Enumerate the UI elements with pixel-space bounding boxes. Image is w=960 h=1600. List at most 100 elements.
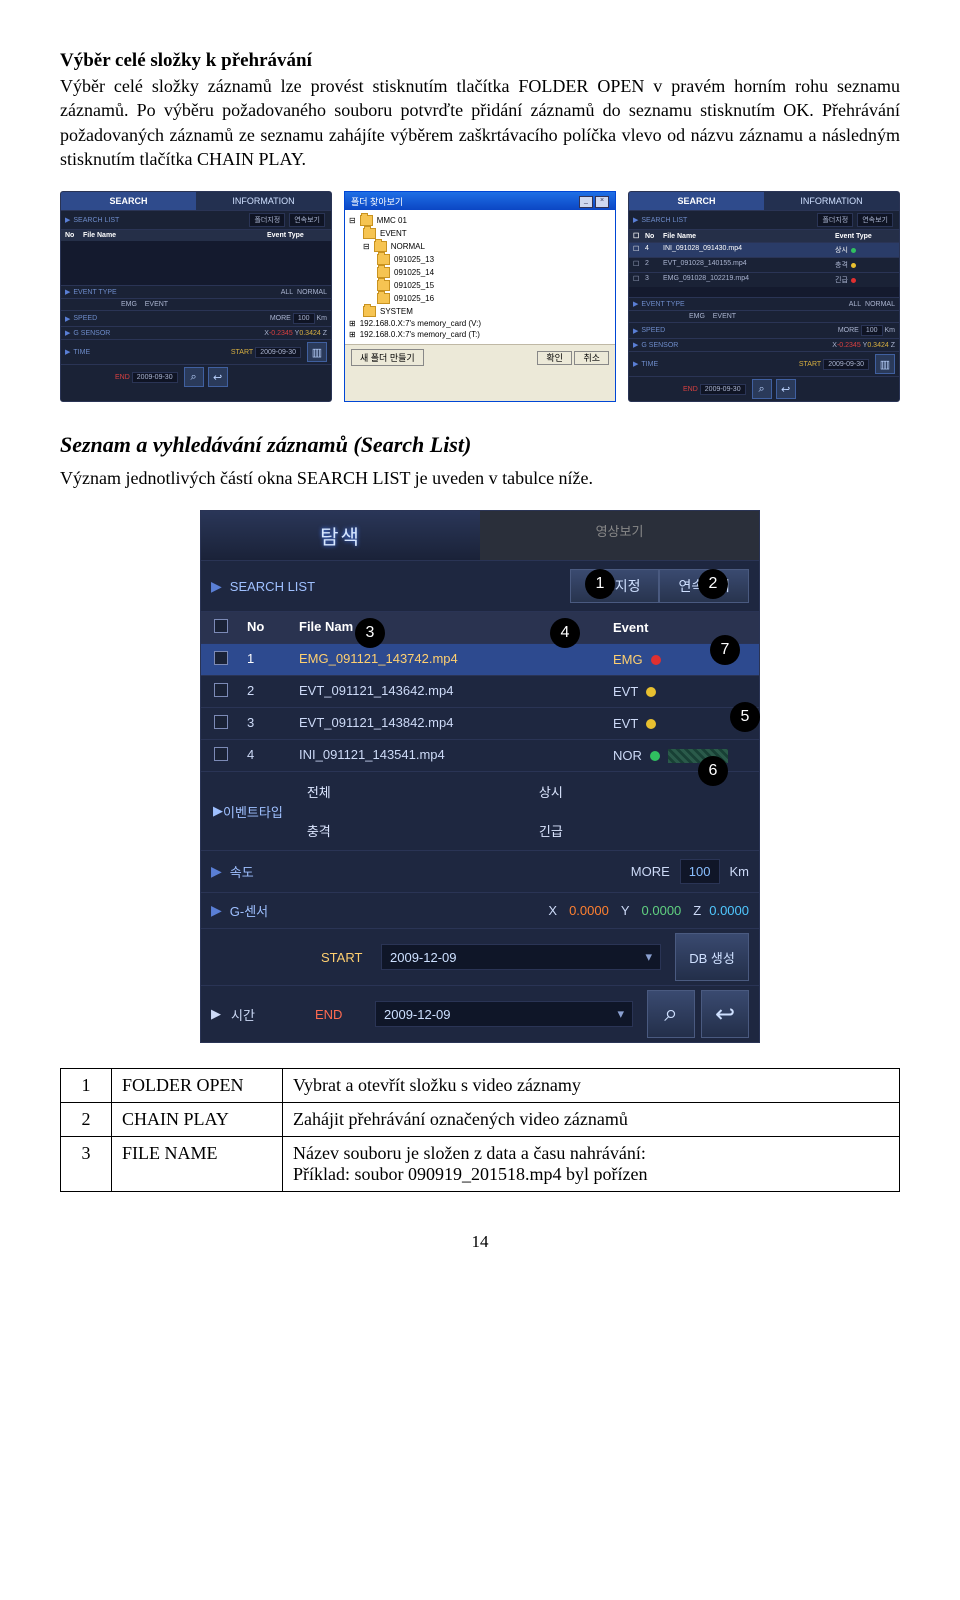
- row-key: FOLDER OPEN: [112, 1069, 283, 1103]
- speed-unit: Km: [730, 864, 750, 879]
- speed-value[interactable]: 100: [861, 325, 883, 336]
- gs-y-val: 0.0000: [642, 903, 682, 918]
- start-date-input[interactable]: 2009-12-09▾: [381, 944, 661, 970]
- folder-icon: [377, 293, 390, 304]
- time-start-val[interactable]: 2009-09-30: [823, 359, 869, 370]
- search-icon[interactable]: ⌕: [184, 367, 204, 387]
- row-filename: INI_091121_143541.mp4: [293, 740, 607, 771]
- speed-input[interactable]: 100: [680, 859, 720, 884]
- gsensor-label: G SENSOR: [641, 342, 678, 349]
- table-row[interactable]: 3 EVT_091121_143842.mp4 EVT: [201, 707, 759, 739]
- time-end-val[interactable]: 2009-09-30: [700, 384, 746, 395]
- opt-all[interactable]: 전체: [295, 772, 527, 811]
- opt-event[interactable]: EVENT: [713, 313, 736, 320]
- row-num: 2: [61, 1103, 112, 1137]
- table-row: 1 FOLDER OPEN Vybrat a otevřít složku s …: [61, 1069, 900, 1103]
- search-panel-right: SEARCH INFORMATION ▶ SEARCH LIST 폴더지정 연속…: [628, 191, 900, 402]
- close-icon[interactable]: ×: [595, 196, 609, 208]
- folder-open-mini-btn[interactable]: 폴더지정: [249, 213, 285, 227]
- folder-icon: [377, 280, 390, 291]
- time-start-val[interactable]: 2009-09-30: [255, 347, 301, 358]
- row-checkbox[interactable]: [214, 715, 228, 729]
- folder-list[interactable]: ⊟MMC 01 EVENT ⊟NORMAL 091025_13 091025_1…: [345, 210, 615, 344]
- return-icon-btn[interactable]: ↩: [776, 379, 796, 399]
- opt-emergency[interactable]: 긴급: [527, 811, 759, 850]
- description-table: 1 FOLDER OPEN Vybrat a otevřít složku s …: [60, 1068, 900, 1192]
- list-item[interactable]: ☐4INI_091028_091430.mp4상시: [629, 242, 899, 257]
- time-end-label: END: [115, 374, 130, 381]
- event-type-label: 이벤트타입: [223, 802, 283, 821]
- db-create-button[interactable]: DB 생성: [675, 933, 749, 981]
- table-row[interactable]: 1 EMG_091121_143742.mp4 EMG: [201, 643, 759, 675]
- folder-item[interactable]: 091025_14: [394, 268, 434, 277]
- speed-more: MORE: [270, 315, 291, 322]
- list-item[interactable]: ☐3EMG_091028_102219.mp4긴급: [629, 272, 899, 287]
- folder-icon: [363, 228, 376, 239]
- tab-information[interactable]: INFORMATION: [764, 192, 899, 210]
- window-buttons[interactable]: _×: [577, 194, 609, 208]
- top-tab-search[interactable]: 탐색: [201, 511, 480, 560]
- chain-play-mini-btn[interactable]: 연속보기: [857, 213, 893, 227]
- folder-item[interactable]: MMC 01: [377, 216, 407, 225]
- opt-all[interactable]: ALL: [849, 301, 861, 308]
- opt-normal[interactable]: NORMAL: [865, 301, 895, 308]
- time-end-val[interactable]: 2009-09-30: [132, 372, 178, 383]
- gs-y-val: 0.3424: [299, 330, 320, 337]
- tab-information[interactable]: INFORMATION: [196, 192, 331, 210]
- folder-open-mini-btn[interactable]: 폴더지정: [817, 213, 853, 227]
- folder-item[interactable]: SYSTEM: [380, 307, 413, 316]
- opt-emg[interactable]: EMG: [689, 313, 705, 320]
- ok-button[interactable]: 확인: [537, 351, 572, 365]
- row-checkbox[interactable]: [214, 651, 228, 665]
- opt-event[interactable]: EVENT: [145, 301, 168, 308]
- top-tab-info[interactable]: 영상보기: [480, 511, 759, 560]
- folder-item[interactable]: 091025_13: [394, 255, 434, 264]
- checkbox-all[interactable]: [214, 619, 228, 633]
- opt-normal[interactable]: NORMAL: [297, 289, 327, 296]
- row-checkbox[interactable]: [214, 747, 228, 761]
- dialog-title: 폴더 찾아보기: [351, 195, 403, 208]
- return-icon[interactable]: ↩: [208, 367, 228, 387]
- search-list-label: SEARCH LIST: [73, 217, 119, 224]
- search-button[interactable]: ⌕: [647, 990, 695, 1038]
- search-icon-btn[interactable]: ⌕: [752, 379, 772, 399]
- table-row: 3 FILE NAME Název souboru je složen z da…: [61, 1137, 900, 1192]
- gs-z-label: Z: [891, 342, 895, 349]
- row-desc: Vybrat a otevřít složku s video záznamy: [283, 1069, 900, 1103]
- return-button[interactable]: ↩: [701, 990, 749, 1038]
- network-path[interactable]: 192.168.0.X:7's memory_card (T:): [360, 330, 480, 339]
- minimize-icon[interactable]: _: [579, 196, 593, 208]
- opt-emg[interactable]: EMG: [121, 301, 137, 308]
- folder-item[interactable]: EVENT: [380, 229, 407, 238]
- end-date-input[interactable]: 2009-12-09▾: [375, 1001, 633, 1027]
- folder-item[interactable]: 091025_15: [394, 281, 434, 290]
- new-folder-button[interactable]: 새 폴더 만들기: [351, 349, 424, 366]
- db-icon[interactable]: ▥: [307, 342, 327, 362]
- network-path[interactable]: 192.168.0.X:7's memory_card (V:): [360, 319, 481, 328]
- speed-unit: Km: [317, 315, 328, 322]
- row-event: NOR: [613, 748, 642, 763]
- search-panel-left: SEARCH INFORMATION ▶ SEARCH LIST 폴더지정 연속…: [60, 191, 332, 402]
- chevron-down-icon: ▾: [617, 1006, 624, 1022]
- cancel-button[interactable]: 취소: [574, 351, 609, 365]
- gs-y-val: 0.3424: [867, 342, 888, 349]
- row-key: FILE NAME: [112, 1137, 283, 1192]
- time-label: TIME: [73, 349, 90, 356]
- table-row[interactable]: 2 EVT_091121_143642.mp4 EVT: [201, 675, 759, 707]
- list-item[interactable]: ☐2EVT_091028_140155.mp4충격: [629, 257, 899, 272]
- tab-search[interactable]: SEARCH: [61, 192, 196, 210]
- tab-search[interactable]: SEARCH: [629, 192, 764, 210]
- col-no: No: [645, 233, 663, 240]
- row-checkbox[interactable]: [214, 683, 228, 697]
- search-list-figure: 1 2 3 4 7 5 6 탐색 영상보기 ▶ SEARCH LIST 폴더지정…: [200, 510, 760, 1043]
- db-icon-btn[interactable]: ▥: [875, 354, 895, 374]
- speed-value[interactable]: 100: [293, 313, 315, 324]
- speed-label: SPEED: [73, 315, 97, 322]
- folder-item[interactable]: NORMAL: [391, 242, 425, 251]
- chain-play-mini-btn[interactable]: 연속보기: [289, 213, 325, 227]
- opt-all[interactable]: ALL: [281, 289, 293, 296]
- folder-item[interactable]: 091025_16: [394, 294, 434, 303]
- table-row[interactable]: 4 INI_091121_143541.mp4 NOR: [201, 739, 759, 771]
- col-filename: File Name: [663, 233, 835, 240]
- opt-shock[interactable]: 충격: [295, 811, 527, 850]
